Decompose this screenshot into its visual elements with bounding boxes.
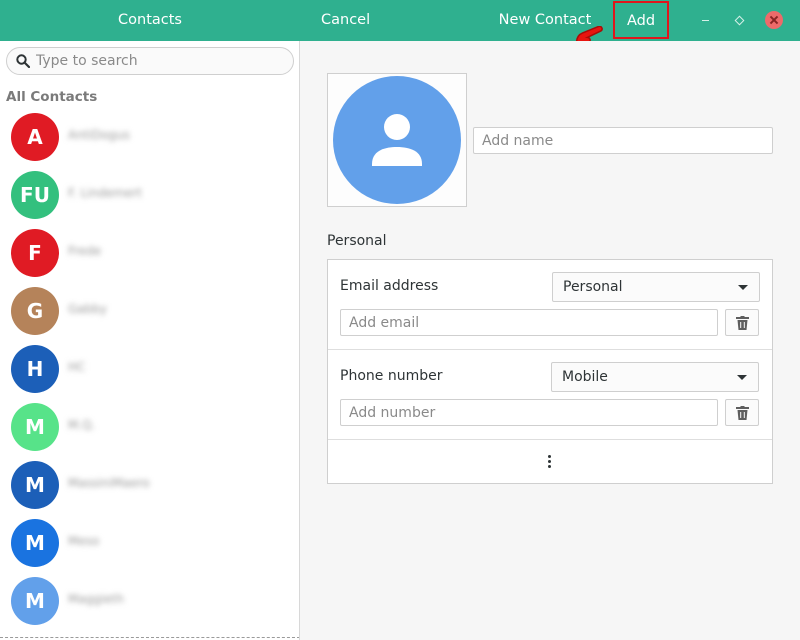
headerbar: Contacts Cancel New Contact Add	[0, 0, 800, 41]
avatar: A	[11, 113, 59, 161]
contacts-sidebar: All Contacts A AntiDogus FU F. Lindemert F Fr…	[0, 41, 300, 640]
contact-name: F. Lindemert	[68, 186, 142, 200]
avatar: F	[11, 229, 59, 277]
avatar: M	[11, 519, 59, 567]
dot	[548, 455, 551, 458]
contact-name: AntiDogus	[68, 128, 130, 142]
cancel-button[interactable]: Cancel	[321, 0, 370, 41]
phone-type-value: Mobile	[562, 369, 608, 385]
group-label: Personal	[327, 233, 387, 249]
delete-email-button[interactable]	[725, 309, 759, 336]
name-field[interactable]	[473, 127, 773, 154]
phone-field[interactable]	[340, 399, 718, 426]
contact-item[interactable]: FU F. Lindemert	[0, 166, 299, 224]
avatar-picker[interactable]	[327, 73, 467, 207]
trash-icon	[736, 406, 749, 420]
search-icon	[16, 54, 30, 68]
contact-editor: Personal Email address Personal Phone nu…	[301, 41, 800, 640]
trash-icon	[736, 316, 749, 330]
avatar: M	[11, 403, 59, 451]
email-type-dropdown[interactable]: Personal	[552, 272, 760, 302]
avatar: G	[11, 287, 59, 335]
contact-item[interactable]: M MassiniMaero	[0, 456, 299, 514]
contact-item[interactable]: G Gabby	[0, 282, 299, 340]
more-row	[328, 440, 772, 483]
contact-name: MassiniMaero	[68, 476, 150, 490]
maximize-icon[interactable]	[730, 11, 748, 29]
person-icon	[372, 114, 422, 166]
chevron-down-icon	[737, 375, 747, 380]
search-input[interactable]	[36, 51, 286, 71]
search-box[interactable]	[6, 47, 294, 75]
add-button[interactable]: Add	[613, 1, 669, 39]
minimize-icon[interactable]	[697, 11, 715, 29]
avatar: M	[11, 577, 59, 625]
email-label: Email address	[340, 278, 439, 294]
avatar-placeholder	[333, 76, 461, 204]
phone-type-dropdown[interactable]: Mobile	[551, 362, 759, 392]
dot	[548, 460, 551, 463]
email-row: Email address Personal	[328, 260, 772, 350]
avatar: M	[11, 461, 59, 509]
close-icon[interactable]	[765, 11, 783, 29]
contact-item[interactable]: M Meso	[0, 514, 299, 572]
contact-name: Maggieth	[68, 592, 124, 606]
contact-name: Frede	[68, 244, 102, 258]
contact-name: Meso	[68, 534, 100, 548]
contact-item[interactable]: M Maggieth	[0, 572, 299, 630]
avatar: H	[11, 345, 59, 393]
chevron-down-icon	[738, 285, 748, 290]
contact-item[interactable]: H HC	[0, 340, 299, 398]
contact-item[interactable]: A AntiDogus	[0, 108, 299, 166]
contact-list: A AntiDogus FU F. Lindemert F Frede G Gabby H HC M…	[0, 108, 299, 630]
details-card: Email address Personal Phone number Mobi…	[327, 259, 773, 484]
avatar: FU	[11, 171, 59, 219]
contact-name: Gabby	[68, 302, 107, 316]
more-fields-button[interactable]	[540, 454, 560, 470]
phone-label: Phone number	[340, 368, 443, 384]
contact-name: HC	[68, 360, 86, 374]
email-field[interactable]	[340, 309, 718, 336]
contact-item[interactable]: F Frede	[0, 224, 299, 282]
section-title: All Contacts	[6, 89, 98, 105]
contact-item[interactable]: M M.Q.	[0, 398, 299, 456]
sidebar-title: Contacts	[118, 12, 182, 28]
dot	[548, 465, 551, 468]
email-type-value: Personal	[563, 279, 623, 295]
phone-row: Phone number Mobile	[328, 350, 772, 440]
delete-phone-button[interactable]	[725, 399, 759, 426]
contact-name: M.Q.	[68, 418, 96, 432]
